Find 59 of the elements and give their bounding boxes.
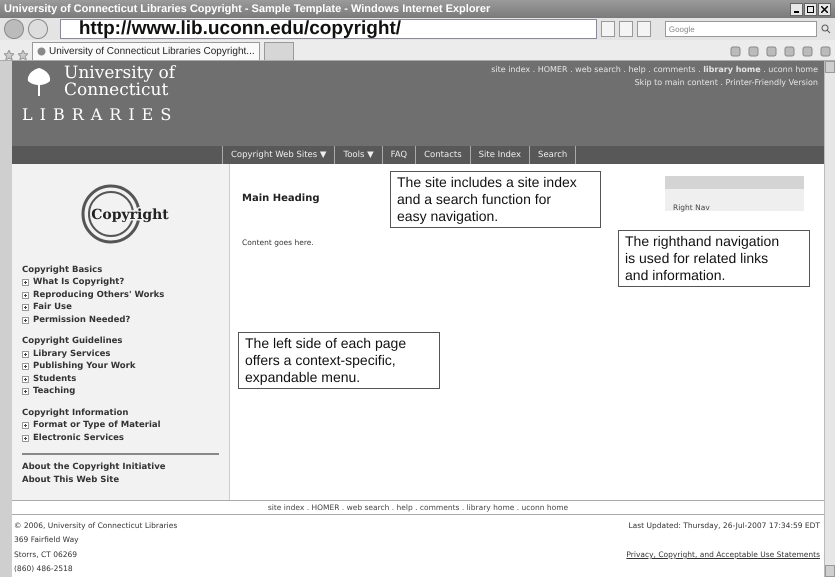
globe-icon <box>37 47 46 56</box>
menu-item[interactable]: Publishing Your Work <box>22 360 229 373</box>
expand-icon <box>22 388 29 396</box>
nav-item[interactable]: Site Index <box>470 146 530 164</box>
star-icon[interactable] <box>18 50 28 60</box>
forward-button[interactable] <box>28 19 48 39</box>
expand-icon <box>22 292 29 299</box>
section-heading: Copyright Guidelines <box>22 335 124 348</box>
nav-item[interactable]: Search <box>529 146 576 164</box>
expand-icon <box>22 434 29 442</box>
minimize-button[interactable] <box>790 2 803 16</box>
callout-note: The left side of each page offers a context-specific, expandable menu. <box>238 332 440 389</box>
menu-item[interactable]: Library Services <box>22 348 229 360</box>
dropdown-button[interactable] <box>601 21 615 37</box>
refresh-button[interactable] <box>618 21 633 37</box>
header-links[interactable]: site index . HOMER . web search . help . comments . library home . uconn home <box>491 65 818 74</box>
header-links[interactable]: Skip to main content . Printer-Friendly Version <box>634 78 818 87</box>
scrollbar[interactable] <box>824 61 835 577</box>
nav-item[interactable]: FAQ <box>382 146 416 164</box>
nav-item[interactable]: Contacts <box>415 146 470 164</box>
menu-item[interactable]: Fair Use <box>22 301 229 314</box>
maximize-button[interactable] <box>804 2 817 16</box>
callout-note: The righthand navigation is used for related links and information. <box>618 230 810 287</box>
search-field[interactable]: Google <box>664 21 818 37</box>
expand-icon <box>22 304 29 312</box>
sidebar-link[interactable]: About This Web Site <box>22 474 229 486</box>
search-icon[interactable] <box>821 24 832 34</box>
menu-item[interactable]: Teaching <box>22 385 229 398</box>
section-heading: Copyright Basics <box>22 264 104 276</box>
menu-item[interactable]: Electronic Services <box>22 432 229 444</box>
star-icon[interactable] <box>4 50 14 60</box>
logo-subtitle: LIBRARIES <box>22 105 178 124</box>
window-title: University of Connecticut Libraries Copyright - Sample Template - Windows Internet Explorer <box>4 3 490 15</box>
browser-tab[interactable]: University of Connecticut Libraries Copyright... <box>32 42 260 60</box>
expand-icon <box>22 363 29 370</box>
expand-icon <box>22 422 29 430</box>
maximize-icon <box>807 6 814 12</box>
expand-icon <box>22 279 29 286</box>
menu-item[interactable]: Permission Needed? <box>22 314 229 326</box>
nav-item[interactable]: Tools ▼ <box>334 146 382 164</box>
logo-text: University of <box>64 65 176 82</box>
close-button[interactable] <box>818 2 831 16</box>
browser-tab[interactable] <box>264 42 294 60</box>
callout-note: The site includes a site index and a search function for easy navigation. <box>390 170 601 228</box>
logo-text: Connecticut <box>64 82 170 99</box>
stop-button[interactable] <box>636 21 651 37</box>
close-icon <box>821 6 828 12</box>
address-field[interactable]: http://www.lib.uconn.edu/copyright/ <box>60 19 598 39</box>
expand-icon <box>22 350 29 358</box>
main-heading: Main Heading <box>242 192 320 204</box>
expand-icon <box>22 316 29 324</box>
menu-item[interactable]: Reproducing Others' Works <box>22 288 229 302</box>
menu-item[interactable]: Students <box>22 372 229 386</box>
expand-icon <box>22 376 29 383</box>
sidebar-link[interactable]: About the Copyright Initiative <box>22 461 229 474</box>
section-heading: Copyright Information <box>22 406 130 420</box>
menu-item[interactable]: What Is Copyright? <box>22 276 229 289</box>
back-button[interactable] <box>4 19 24 39</box>
menu-item[interactable]: Format or Type of Material <box>22 419 229 432</box>
